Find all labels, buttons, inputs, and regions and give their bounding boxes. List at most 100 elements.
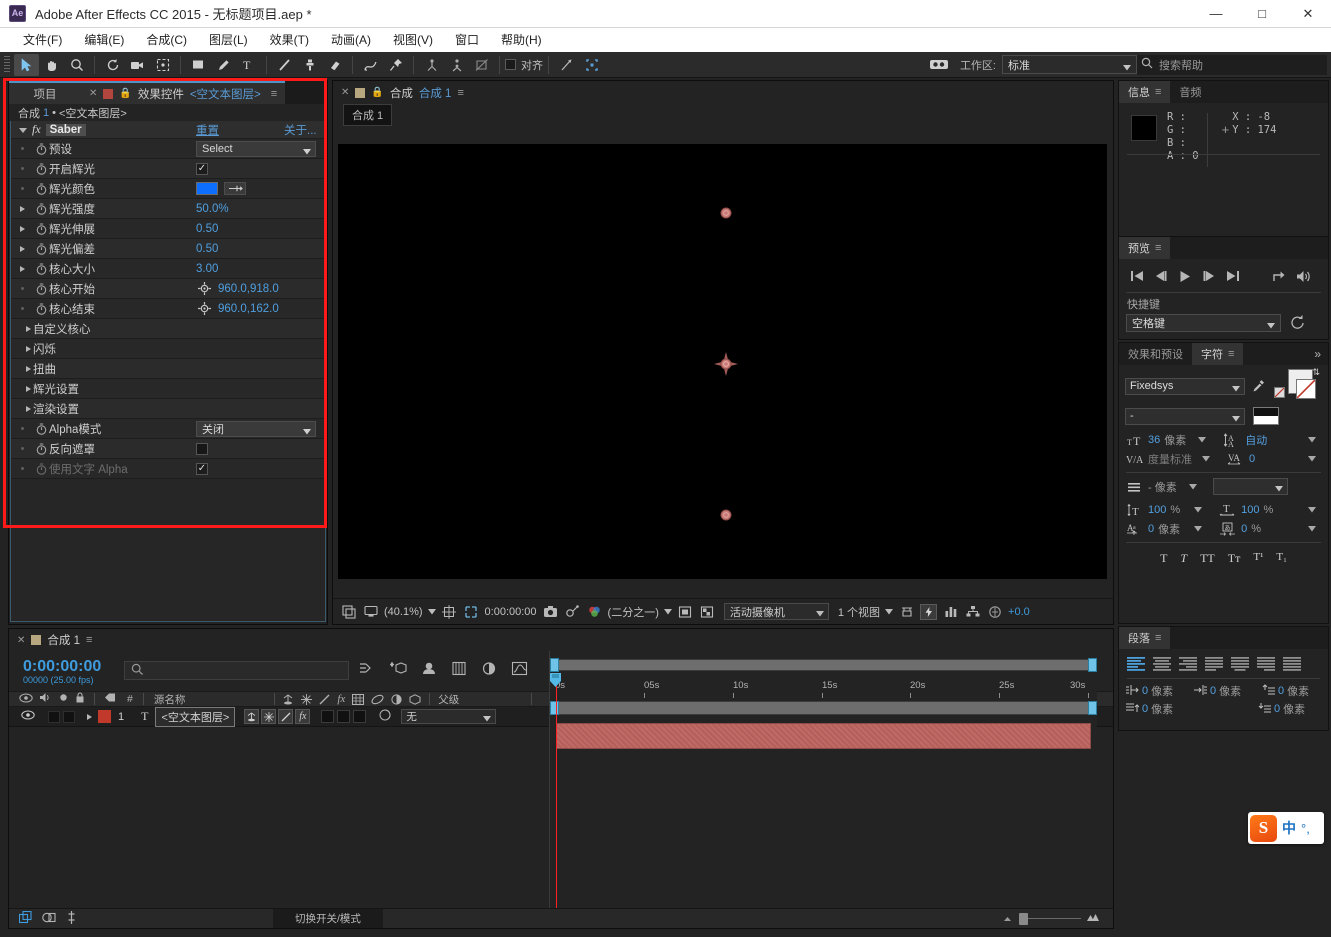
always-preview-icon[interactable]	[340, 604, 357, 620]
text-tool-icon[interactable]: T	[236, 54, 261, 76]
panel-menu-icon[interactable]: ≡	[86, 634, 92, 646]
menu-view[interactable]: 视图(V)	[382, 28, 444, 52]
frame-blend-switch[interactable]	[321, 710, 334, 723]
panel-overflow-icon[interactable]: »	[1314, 347, 1328, 361]
chevron-down-icon[interactable]	[1194, 504, 1202, 516]
layer-expand-triangle-icon[interactable]	[87, 711, 92, 723]
exposure-value[interactable]: +0.0	[1008, 606, 1030, 618]
layer-solo-toggle[interactable]	[63, 711, 75, 723]
viewer-time[interactable]: 0:00:00:00	[485, 606, 537, 618]
tab-effect-controls[interactable]: ✕ 🔒 效果控件 <空文本图层> ≡	[81, 81, 285, 104]
breadcrumb-chip[interactable]: 合成 1	[343, 104, 392, 126]
layer-label-color[interactable]	[98, 710, 111, 723]
effect-reset-button[interactable]: 重置	[196, 122, 219, 138]
fast-previews-icon[interactable]	[920, 604, 937, 620]
none-swatch[interactable]	[1274, 387, 1285, 398]
paragraph-justify-all-button[interactable]	[1283, 657, 1301, 671]
chevron-down-icon[interactable]	[1308, 453, 1316, 465]
composition-viewer[interactable]	[338, 144, 1107, 579]
paragraph-justify-last-center-button[interactable]	[1231, 657, 1249, 671]
lock-icon[interactable]: 🔒	[371, 87, 383, 98]
param-number-value[interactable]: 50.0%	[196, 203, 229, 215]
disclosure-triangle-icon[interactable]	[11, 226, 33, 232]
layer-name[interactable]: <空文本图层>	[155, 707, 235, 727]
align-left-axis-icon[interactable]	[419, 54, 444, 76]
indent-right-field[interactable]: 0 像素	[1194, 683, 1258, 699]
camera-select[interactable]: 活动摄像机	[724, 603, 829, 620]
param-eyedropper-icon[interactable]	[224, 182, 246, 195]
indent-first-line-field[interactable]: 0 像素	[1262, 683, 1326, 699]
workspace-sync-icon[interactable]	[927, 54, 952, 76]
snapshot-icon[interactable]	[542, 604, 559, 620]
zoom-tool-icon[interactable]	[64, 54, 89, 76]
play-icon[interactable]	[1173, 266, 1197, 286]
effect-param-row[interactable]: 辉光设置	[11, 379, 325, 399]
stopwatch-icon[interactable]	[33, 163, 49, 175]
tab-project[interactable]: 项目	[9, 81, 81, 104]
disclosure-triangle-icon[interactable]	[11, 206, 33, 212]
toggle-switches-modes-icon[interactable]	[42, 911, 56, 927]
effect-header-row[interactable]: fx Saber 重置 关于...	[11, 121, 325, 139]
tsume-value[interactable]: 0	[1241, 523, 1247, 535]
graph-editor-icon[interactable]	[511, 661, 528, 679]
param-point-value[interactable]: 960.0,162.0	[218, 303, 279, 315]
3d-layer-switch[interactable]	[379, 709, 391, 724]
stopwatch-icon[interactable]	[33, 183, 49, 195]
work-area-start-handle-2[interactable]	[550, 701, 559, 715]
effect-param-row[interactable]: 辉光强度50.0%	[11, 199, 325, 219]
chevron-down-icon[interactable]	[885, 606, 893, 618]
chevron-down-icon[interactable]	[428, 606, 436, 618]
chevron-down-icon[interactable]	[664, 606, 672, 618]
align-none-icon[interactable]	[469, 54, 494, 76]
menu-edit[interactable]: 编辑(E)	[73, 28, 135, 52]
anchor-snap-icon[interactable]	[554, 54, 579, 76]
help-search-input[interactable]: 搜索帮助	[1137, 55, 1327, 75]
font-style-button[interactable]: T₁	[1276, 551, 1287, 566]
close-icon[interactable]: ✕	[17, 635, 25, 646]
maximize-button[interactable]: □	[1239, 0, 1285, 28]
param-number-value[interactable]: 3.00	[196, 263, 218, 275]
snap-checkbox[interactable]	[505, 59, 516, 70]
panel-menu-icon[interactable]: ≡	[1155, 242, 1161, 254]
quality-switch[interactable]	[278, 709, 293, 724]
disclosure-triangle-icon[interactable]	[11, 266, 33, 272]
main-view-icon[interactable]	[362, 604, 379, 620]
paragraph-align-right-button[interactable]	[1179, 657, 1197, 671]
effect-param-row[interactable]: 使用文字 Alpha✓	[11, 459, 325, 479]
bounding-box-snap-icon[interactable]	[579, 54, 604, 76]
param-dropdown[interactable]: 关闭	[196, 421, 316, 437]
disclosure-triangle-icon[interactable]	[11, 346, 33, 352]
shortcut-select[interactable]: 空格键	[1126, 314, 1281, 332]
chevron-down-icon[interactable]	[1308, 523, 1316, 535]
effect-param-row[interactable]: Alpha模式关闭	[11, 419, 325, 439]
effect-about-button[interactable]: 关于...	[284, 122, 317, 138]
enable-motion-blur-icon[interactable]	[481, 661, 497, 679]
pen-tool-icon[interactable]	[211, 54, 236, 76]
toolbar-grip[interactable]	[4, 56, 10, 74]
first-frame-icon[interactable]	[1125, 266, 1149, 286]
paragraph-justify-last-right-button[interactable]	[1257, 657, 1275, 671]
chevron-down-icon[interactable]	[1202, 453, 1210, 465]
motion-blur-switch[interactable]	[337, 710, 350, 723]
stroke-color-swatch[interactable]	[1296, 379, 1316, 399]
layer-video-toggle[interactable]	[21, 710, 35, 723]
region-of-interest-icon[interactable]	[463, 604, 480, 620]
hand-tool-icon[interactable]	[39, 54, 64, 76]
tab-effects-and-presets[interactable]: 效果和预设	[1119, 343, 1192, 365]
puppet-pin-tool-icon[interactable]	[383, 54, 408, 76]
eyedropper-icon[interactable]	[1249, 378, 1268, 394]
vertical-scale-value[interactable]: 100	[1148, 504, 1166, 516]
panel-menu-icon[interactable]: ≡	[1228, 348, 1234, 360]
hide-shy-layers-icon[interactable]	[421, 661, 437, 679]
param-color-swatch[interactable]	[196, 182, 218, 195]
space-after-field[interactable]: 0 像素	[1258, 701, 1322, 717]
indent-left-field[interactable]: 0 像素	[1126, 683, 1190, 699]
brush-tool-icon[interactable]	[272, 54, 297, 76]
toggle-layer-switches-icon[interactable]	[19, 911, 33, 927]
effect-param-row[interactable]: 扭曲	[11, 359, 325, 379]
disclosure-triangle-icon[interactable]	[19, 124, 27, 136]
param-number-value[interactable]: 0.50	[196, 223, 218, 235]
chevron-down-icon[interactable]	[1194, 523, 1202, 535]
chevron-down-icon[interactable]	[1308, 434, 1316, 446]
region-preview-icon[interactable]	[677, 604, 694, 620]
